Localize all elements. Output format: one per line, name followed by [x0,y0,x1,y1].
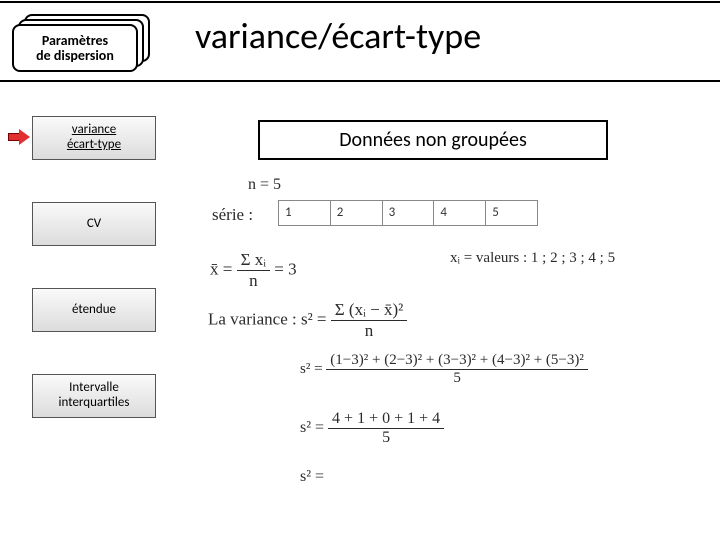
note-s2-result: s² = [300,468,324,486]
series-cell: 2 [331,201,383,225]
page-title: variance/écart-type [195,14,481,58]
series-cell: 3 [383,201,435,225]
series-cell: 4 [434,201,486,225]
nav-label: étendue [72,303,116,318]
nav-label: Intervalleinterquartiles [59,381,130,411]
rule-top [0,1,720,3]
note-serie-label: série : [212,205,253,225]
series-grid: 1 2 3 4 5 [278,200,538,226]
subheader-label: Données non groupées [339,128,527,152]
sidebar-item-etendue[interactable]: étendue [4,288,164,334]
nav-box-interquartiles: Intervalleinterquartiles [32,374,156,418]
breadcrumb-stack: Paramètresde dispersion [12,14,152,72]
series-cell: 1 [279,201,331,225]
note-s2-sums: s² = 4 + 1 + 0 + 1 + 45 [300,410,444,447]
sidebar-item-interquartiles[interactable]: Intervalleinterquartiles [4,374,164,420]
stack-card-front: Paramètresde dispersion [12,24,138,72]
nav-label: CV [87,217,101,232]
note-n: n = 5 [248,176,281,194]
nav-box-cv: CV [32,202,156,246]
sidebar-item-variance[interactable]: varianceécart-type [4,116,164,162]
series-cell: 5 [486,201,537,225]
stack-label: Paramètresde dispersion [36,33,114,64]
nav-box-variance: varianceécart-type [32,116,156,160]
note-variance-def: La variance : s² = Σ (xᵢ − x̄)²n [208,300,407,341]
sidebar-item-cv[interactable]: CV [4,202,164,248]
note-s2-expanded: s² = (1−3)² + (2−3)² + (3−3)² + (4−3)² +… [300,352,588,387]
rule-under-header [0,80,720,82]
arrow-right-icon [8,130,30,144]
note-xbar: x̄ = Σ xᵢn = 3 [210,250,297,291]
note-xi-list: xᵢ = valeurs : 1 ; 2 ; 3 ; 4 ; 5 [450,250,615,267]
subheader-box: Données non groupées [258,120,608,160]
nav-box-etendue: étendue [32,288,156,332]
nav-label: varianceécart-type [67,123,121,153]
sidebar: varianceécart-type CV étendue Intervalle… [4,116,164,460]
